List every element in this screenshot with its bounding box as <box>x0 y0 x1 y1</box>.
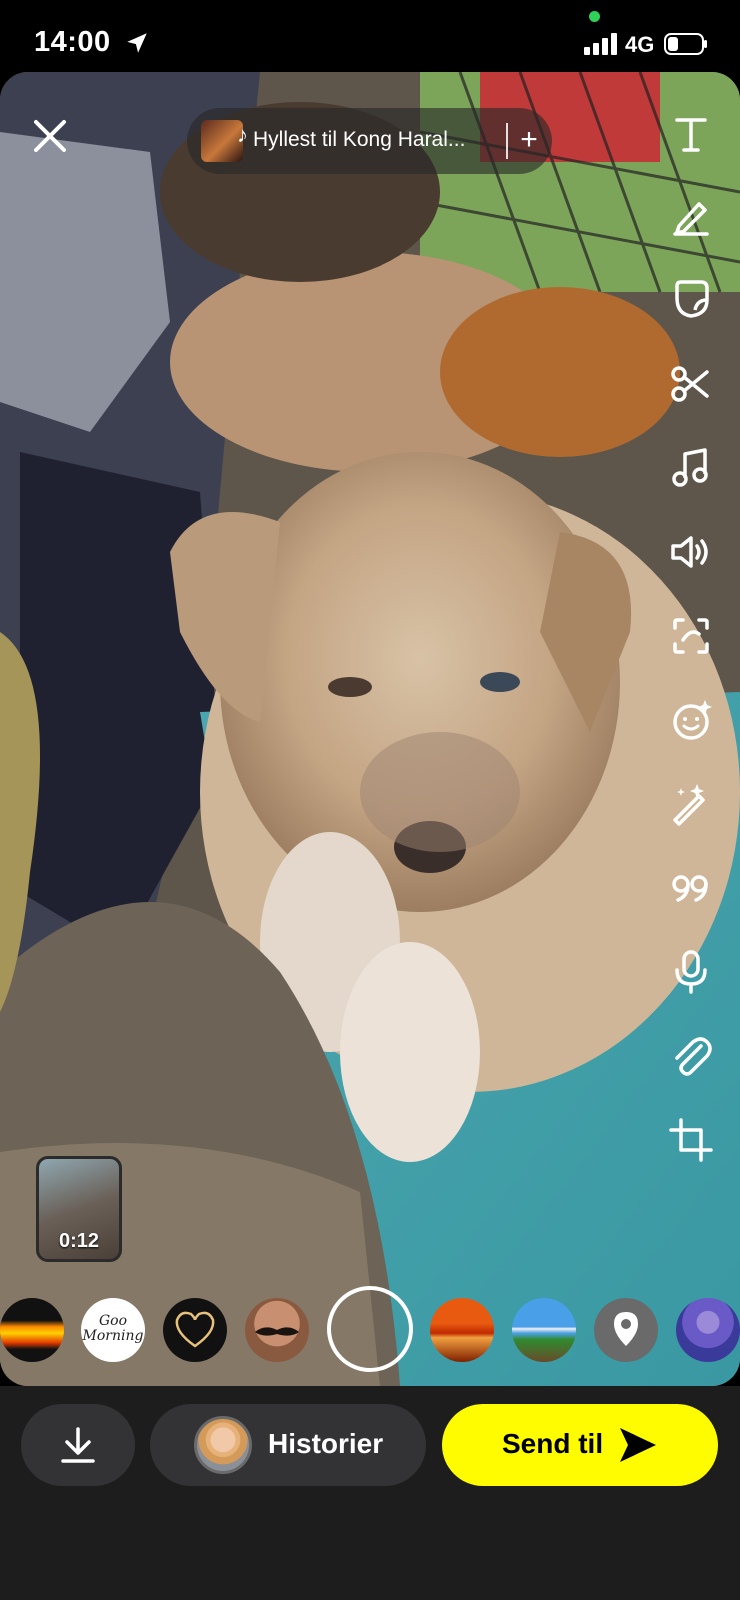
status-bar: 14:00 4G <box>0 0 740 72</box>
emoji-tool-button[interactable] <box>667 696 715 744</box>
send-arrow-icon <box>620 1428 656 1462</box>
network-type: 4G <box>625 32 655 57</box>
lens-scan-tool-button[interactable] <box>667 612 715 660</box>
text-tool-button[interactable] <box>667 110 715 158</box>
sunset-lens[interactable] <box>430 1298 494 1362</box>
mustache-icon <box>255 1327 299 1336</box>
video-thumbnail[interactable]: 0:12 <box>36 1156 122 1262</box>
location-lens[interactable] <box>594 1298 658 1362</box>
draw-tool-button[interactable] <box>667 192 715 240</box>
attach-tool-button[interactable] <box>667 1032 715 1080</box>
crop-tool-button[interactable] <box>667 1116 715 1164</box>
crop-icon <box>669 1118 713 1162</box>
quote-icon <box>672 875 708 902</box>
close-icon[interactable] <box>30 116 70 156</box>
stories-button[interactable]: Historier <box>150 1404 426 1486</box>
mustache-lens[interactable] <box>245 1298 309 1362</box>
music-note-icon: ♪ <box>237 122 248 147</box>
lens-scan-icon <box>673 618 709 654</box>
heart-icon <box>175 1311 215 1348</box>
text-icon <box>675 118 707 152</box>
music-attachment[interactable]: ♪ Hyllest til Kong Haral... + <box>187 108 552 174</box>
portrait-lens[interactable] <box>676 1298 740 1362</box>
music-title: Hyllest til Kong Haral... <box>253 128 466 151</box>
pencil-icon <box>673 202 709 236</box>
sticker-icon <box>675 280 709 318</box>
album-art: ♪ <box>201 120 248 162</box>
camera-indicator-icon <box>589 11 600 22</box>
signal-icon <box>584 33 617 55</box>
landscape-lens[interactable] <box>512 1298 576 1362</box>
selected-lens-ring[interactable] <box>327 1286 413 1372</box>
music-tool-button[interactable] <box>667 444 715 492</box>
send-label: Send til <box>502 1428 604 1459</box>
location-arrow-icon <box>127 33 147 53</box>
sticker-tool-button[interactable] <box>667 274 715 322</box>
send-to-button[interactable]: Send til <box>442 1404 718 1486</box>
location-pin-icon <box>614 1312 638 1346</box>
volume-tool-button[interactable] <box>667 528 715 576</box>
scissors-icon <box>671 366 709 402</box>
volume-icon <box>671 536 708 568</box>
paperclip-icon <box>675 1037 712 1076</box>
scissors-tool-button[interactable] <box>667 360 715 408</box>
divider <box>506 123 508 159</box>
music-icon <box>672 448 708 487</box>
magic-tool-button[interactable] <box>667 780 715 828</box>
save-button[interactable] <box>21 1404 135 1486</box>
download-icon <box>61 1427 95 1463</box>
good-morning-lens[interactable]: Goo Morning <box>81 1298 145 1362</box>
snap-preview[interactable]: ♪ Hyllest til Kong Haral... + 0:12 Goo M… <box>0 72 740 1386</box>
battery-icon <box>664 33 707 55</box>
status-time: 14:00 <box>34 26 111 58</box>
heart-lens[interactable] <box>163 1298 227 1362</box>
voiceover-tool-button[interactable] <box>667 948 715 996</box>
quote-tool-button[interactable] <box>667 864 715 912</box>
microphone-icon <box>675 950 707 994</box>
fire-lens[interactable] <box>0 1298 64 1362</box>
video-duration: 0:12 <box>58 1230 100 1252</box>
stories-label: Historier <box>268 1428 384 1459</box>
magic-wand-icon <box>673 784 705 826</box>
emoji-sparkle-icon <box>673 700 712 740</box>
add-music-button[interactable]: + <box>513 120 545 160</box>
avatar <box>194 1416 252 1474</box>
bottom-bar: Historier Send til <box>0 1386 740 1600</box>
